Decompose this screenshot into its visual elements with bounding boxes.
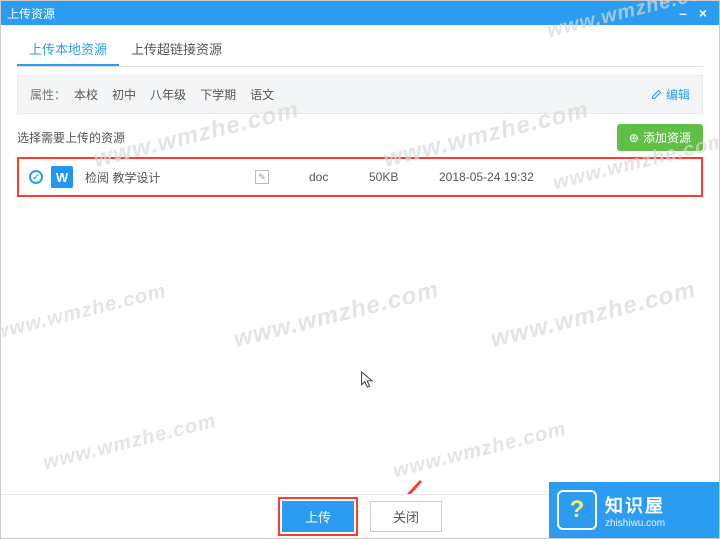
mouse-cursor-icon (360, 370, 376, 395)
site-logo: ? 知识屋 zhishiwu.com (549, 482, 719, 538)
upload-button[interactable]: 上传 (282, 501, 354, 532)
file-date: 2018-05-24 19:32 (439, 170, 579, 184)
edit-icon (650, 89, 662, 101)
tab-local-resource[interactable]: 上传本地资源 (17, 33, 119, 66)
select-resource-label: 选择需要上传的资源 (17, 129, 125, 146)
tab-hyperlink-resource[interactable]: 上传超链接资源 (119, 33, 234, 66)
attr-crumb: 语文 (250, 86, 274, 103)
upload-button-highlight: 上传 (278, 497, 358, 536)
rename-file-icon[interactable]: ✎ (255, 170, 269, 184)
attr-crumb: 本校 (74, 86, 98, 103)
file-size: 50KB (369, 170, 439, 184)
logo-subtitle: zhishiwu.com (605, 518, 665, 529)
close-button[interactable]: × (693, 5, 713, 21)
tabs: 上传本地资源 上传超链接资源 (17, 33, 703, 67)
window-title: 上传资源 (7, 5, 673, 22)
add-resource-button[interactable]: ⊕ 添加资源 (617, 124, 703, 151)
add-resource-label: 添加资源 (643, 129, 691, 146)
attr-crumb: 初中 (112, 86, 136, 103)
file-list-highlight: ✓ W 检阅 教学设计 ✎ doc 50KB 2018-05-24 19:32 (17, 157, 703, 197)
file-name: 检阅 教学设计 (85, 169, 255, 186)
close-dialog-button[interactable]: 关闭 (370, 501, 442, 532)
logo-mark-icon: ? (557, 490, 597, 530)
file-checkbox[interactable]: ✓ (29, 170, 43, 184)
plus-icon: ⊕ (629, 131, 639, 145)
edit-attributes-button[interactable]: 编辑 (650, 86, 690, 103)
minimize-button[interactable]: – (673, 5, 693, 21)
edit-label: 编辑 (666, 86, 690, 103)
attr-crumb: 八年级 (150, 86, 186, 103)
logo-title: 知识屋 (605, 492, 665, 518)
attributes-bar: 属性： 本校 初中 八年级 下学期 语文 编辑 (17, 75, 703, 114)
word-doc-icon: W (51, 166, 73, 188)
attr-crumb: 下学期 (200, 86, 236, 103)
file-type: doc (309, 170, 369, 184)
file-row[interactable]: ✓ W 检阅 教学设计 ✎ doc 50KB 2018-05-24 19:32 (25, 163, 695, 191)
attributes-label: 属性： (30, 86, 66, 103)
title-bar: 上传资源 – × (1, 1, 719, 25)
